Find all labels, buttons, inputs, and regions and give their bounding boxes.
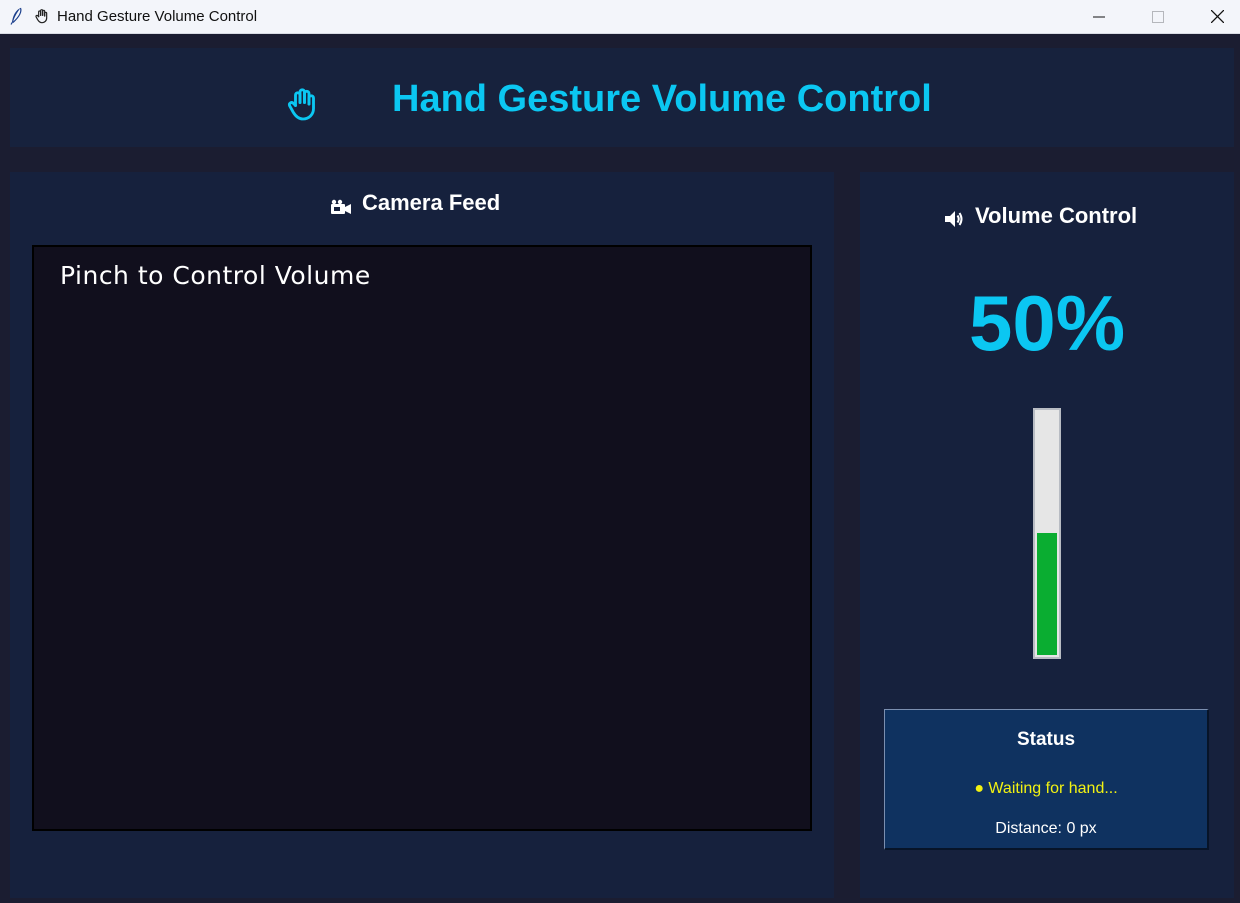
camera-overlay-instruction: Pinch to Control Volume bbox=[60, 261, 371, 290]
volume-level-fill bbox=[1037, 533, 1057, 655]
volume-percent: 50% bbox=[968, 279, 1126, 367]
window-title: Hand Gesture Volume Control bbox=[57, 8, 258, 25]
volume-panel: Volume Control 50% Status ● Waiting for … bbox=[860, 172, 1234, 898]
status-distance: Distance: 0 px bbox=[995, 820, 1097, 837]
speaker-icon bbox=[945, 211, 963, 227]
volume-level-bar bbox=[1033, 408, 1061, 659]
raised-hand-icon bbox=[35, 9, 48, 24]
maximize-icon bbox=[1152, 10, 1164, 23]
camera-feed-view: Pinch to Control Volume bbox=[32, 245, 812, 831]
raised-hand-icon bbox=[288, 88, 315, 121]
minimize-button[interactable] bbox=[1076, 0, 1122, 33]
feather-icon bbox=[10, 7, 22, 25]
status-title: Status bbox=[1016, 729, 1076, 750]
app-title: Hand Gesture Volume Control bbox=[392, 78, 932, 120]
window-title-bar: Hand Gesture Volume Control bbox=[0, 0, 1240, 34]
status-box: Status ● Waiting for hand... Distance: 0… bbox=[884, 709, 1209, 850]
status-message: ● Waiting for hand... bbox=[974, 780, 1118, 797]
video-camera-icon bbox=[331, 199, 351, 214]
maximize-button[interactable] bbox=[1135, 0, 1181, 33]
volume-control-heading: Volume Control bbox=[975, 203, 1138, 228]
minimize-icon bbox=[1093, 16, 1105, 17]
close-icon bbox=[1210, 10, 1224, 23]
camera-panel: Camera Feed Pinch to Control Volume bbox=[10, 172, 834, 898]
close-button[interactable] bbox=[1194, 0, 1240, 33]
camera-feed-heading: Camera Feed bbox=[362, 190, 501, 215]
app-header: Hand Gesture Volume Control bbox=[10, 48, 1234, 147]
